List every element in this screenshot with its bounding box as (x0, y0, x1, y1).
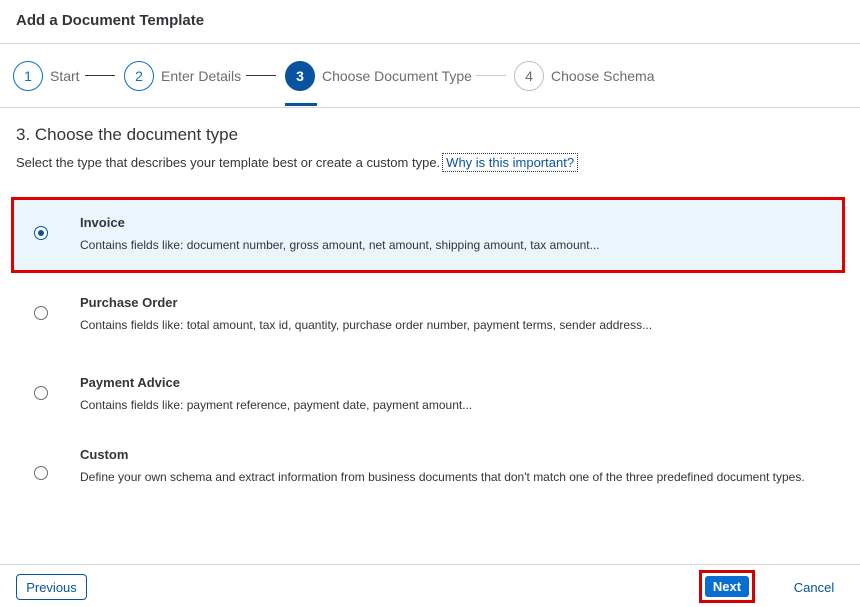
option-description: Contains fields like: payment reference,… (80, 398, 473, 412)
cancel-button[interactable]: Cancel (786, 574, 842, 600)
active-step-indicator (285, 103, 317, 106)
radio-button-custom[interactable] (34, 466, 48, 480)
next-button-highlight: Next (699, 570, 755, 603)
option-title: Custom (80, 447, 129, 462)
wizard-step-start[interactable]: 1 Start (13, 60, 80, 92)
radio-button-payment-advice[interactable] (34, 386, 48, 400)
step-label: Enter Details (161, 68, 242, 84)
wizard-progress: 1 Start 2 Enter Details 3 Choose Documen… (0, 44, 860, 108)
next-button[interactable]: Next (705, 576, 749, 597)
step-label: Start (50, 68, 80, 84)
step-label: Choose Document Type (322, 68, 472, 84)
dialog-title: Add a Document Template (16, 12, 205, 29)
document-type-option-invoice[interactable]: Invoice Contains fields like: document n… (11, 197, 845, 273)
step-number: 2 (124, 61, 154, 91)
dialog-footer: Previous Next Cancel (0, 564, 860, 607)
step-number: 3 (285, 61, 315, 91)
radio-button-invoice[interactable] (34, 226, 48, 240)
option-title: Payment Advice (80, 375, 180, 390)
wizard-step-choose-schema: 4 Choose Schema (514, 60, 655, 92)
step-number: 1 (13, 61, 43, 91)
option-title: Purchase Order (80, 295, 178, 310)
document-type-option-purchase-order[interactable]: Purchase Order Contains fields like: tot… (14, 282, 842, 352)
option-description: Contains fields like: document number, g… (80, 238, 600, 252)
radio-button-purchase-order[interactable] (34, 306, 48, 320)
step-number: 4 (514, 61, 544, 91)
wizard-step-enter-details[interactable]: 2 Enter Details (124, 60, 241, 92)
why-important-link[interactable]: Why is this important? (442, 153, 579, 172)
previous-button[interactable]: Previous (16, 574, 87, 600)
document-type-option-payment-advice[interactable]: Payment Advice Contains fields like: pay… (14, 362, 842, 432)
step-connector (246, 75, 276, 76)
description-text: Select the type that describes your temp… (16, 155, 441, 170)
option-description: Contains fields like: total amount, tax … (80, 318, 653, 332)
section-description: Select the type that describes your temp… (16, 153, 579, 172)
dialog-header: Add a Document Template (0, 0, 860, 44)
section-heading: 3. Choose the document type (16, 125, 239, 144)
step-connector (476, 75, 506, 76)
wizard-step-choose-document-type[interactable]: 3 Choose Document Type (285, 60, 472, 92)
step-connector (85, 75, 115, 76)
add-document-template-dialog: Add a Document Template 1 Start 2 Enter … (0, 0, 860, 607)
step-label: Choose Schema (551, 68, 655, 84)
document-type-option-custom[interactable]: Custom Define your own schema and extrac… (14, 434, 842, 514)
option-description: Define your own schema and extract infor… (80, 470, 805, 484)
option-title: Invoice (80, 215, 125, 230)
